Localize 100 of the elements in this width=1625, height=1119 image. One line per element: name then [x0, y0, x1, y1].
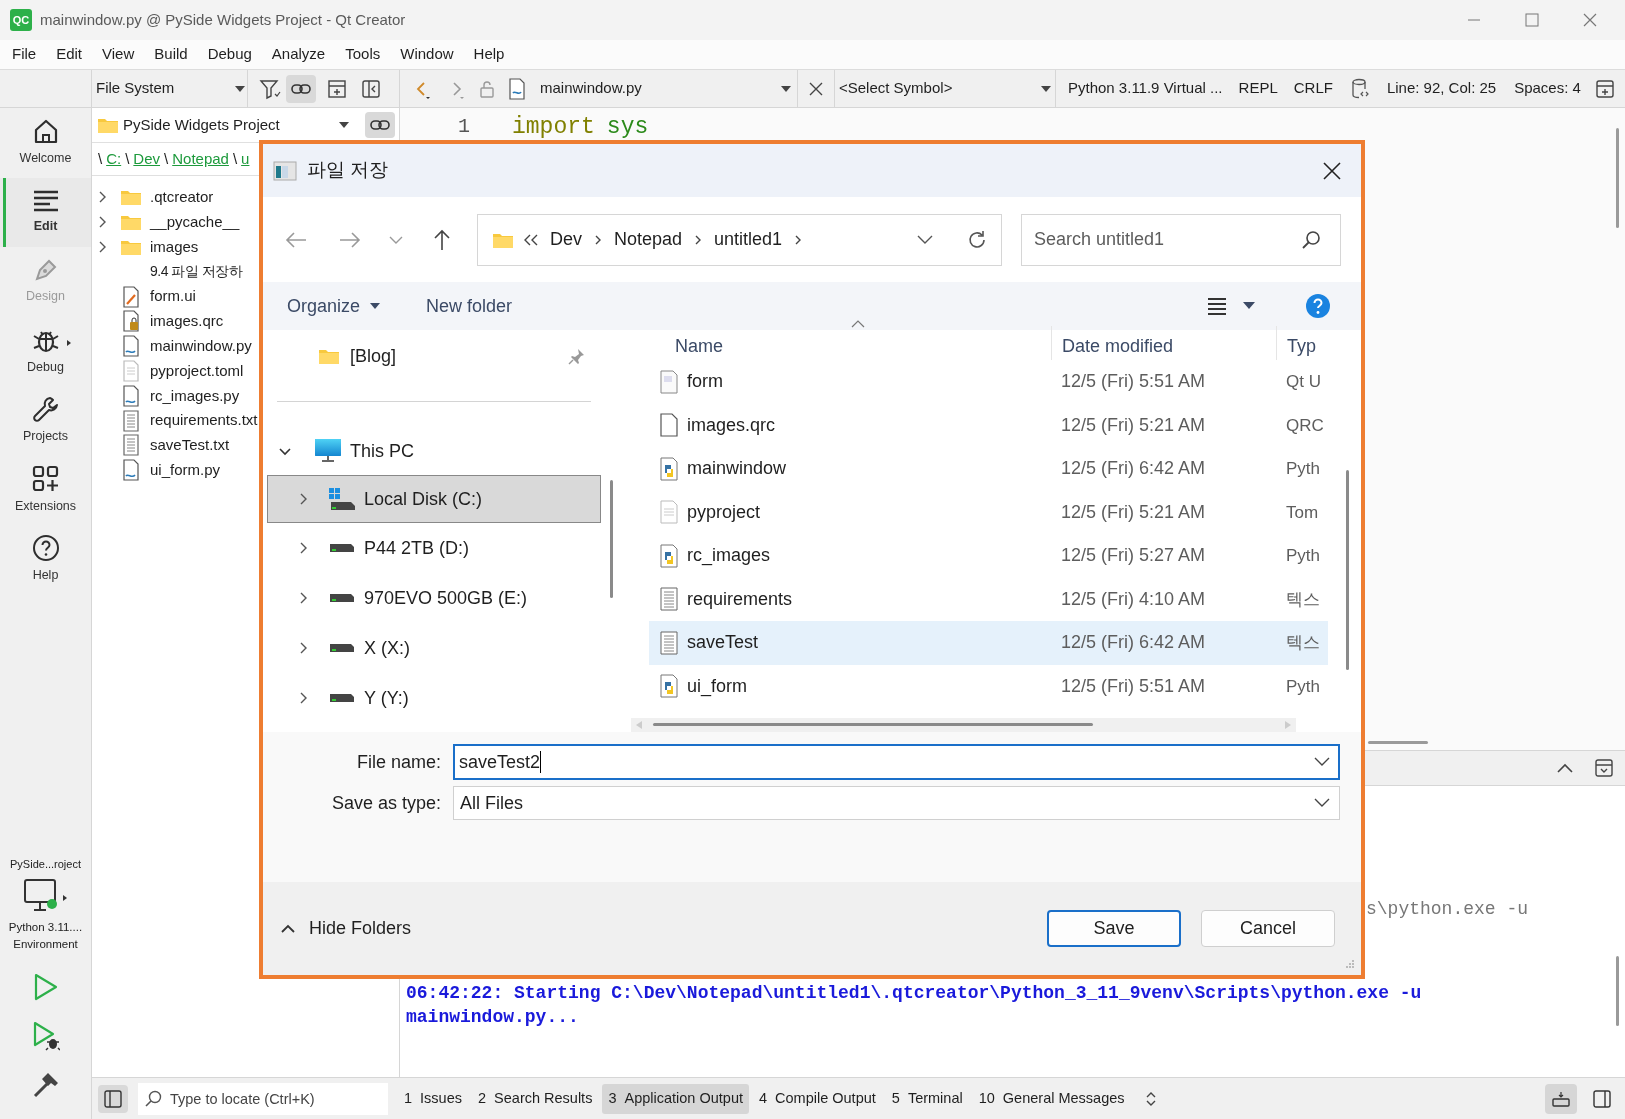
sidebar-toggle-button[interactable] [98, 1084, 128, 1113]
vertical-scrollbar[interactable] [1616, 956, 1619, 1026]
sidebar-close-icon[interactable] [360, 77, 382, 100]
tree-item[interactable]: rc_images.py [92, 383, 399, 409]
right-sidebar-icon[interactable] [1593, 1089, 1611, 1108]
link-button[interactable] [365, 112, 395, 138]
close-icon[interactable] [1323, 161, 1341, 180]
repl-button[interactable]: REPL [1238, 77, 1278, 100]
sort-up-icon[interactable] [851, 320, 865, 328]
up-down-icon[interactable] [1144, 1090, 1157, 1107]
nav-item[interactable]: X (X:) [267, 623, 601, 673]
file-row[interactable]: requirements 12/5 (Fri) 4:10 AM 텍스 [649, 577, 1328, 621]
mode-button[interactable]: Help [0, 525, 91, 595]
address-segment[interactable]: untitled1 [714, 226, 783, 253]
tree-item[interactable]: .qtcreator [92, 185, 399, 210]
horizontal-scrollbar[interactable] [1368, 741, 1428, 744]
line-endings-selector[interactable]: CRLF [1293, 77, 1333, 100]
tree-item[interactable]: images [92, 234, 399, 260]
chevron-down-icon[interactable] [917, 234, 933, 245]
nav-item[interactable]: 970EVO 500GB (E:) [267, 573, 601, 623]
menu-item[interactable]: File [2, 43, 47, 66]
mode-button[interactable]: Edit [0, 177, 91, 247]
menu-item[interactable]: View [92, 43, 145, 66]
close-file-icon[interactable] [808, 80, 824, 97]
mode-button[interactable]: Welcome [0, 108, 91, 178]
chevron-right-icon[interactable] [594, 233, 602, 246]
mode-button[interactable]: Debug [0, 316, 91, 386]
vertical-scrollbar[interactable] [610, 480, 613, 598]
output-tab[interactable]: 3 Application Output [602, 1083, 749, 1114]
back-icon[interactable] [285, 230, 307, 249]
interpreter-selector[interactable]: Python 3.11.9 Virtual ... [1068, 77, 1223, 100]
dialog-button[interactable]: Save [1047, 910, 1181, 947]
up-icon[interactable] [433, 228, 451, 251]
file-row[interactable]: images.qrc 12/5 (Fri) 5:21 AM QRC [649, 403, 1328, 447]
menu-item[interactable]: Build [144, 43, 198, 66]
split-icon[interactable] [326, 77, 348, 100]
output-tab[interactable]: 1 Issues [398, 1083, 468, 1114]
nav-item[interactable]: Local Disk (C:) [267, 475, 601, 523]
mode-button[interactable]: Projects [0, 386, 91, 456]
breadcrumb-link[interactable]: u [241, 147, 250, 171]
mode-button[interactable]: Extensions [0, 455, 91, 525]
menu-item[interactable]: Analyze [261, 43, 336, 66]
menu-item[interactable]: Help [463, 43, 515, 66]
help-icon[interactable] [1305, 293, 1331, 319]
menu-item[interactable]: Window [390, 43, 464, 66]
recent-dropdown-icon[interactable] [389, 234, 403, 245]
indentation-setting[interactable]: Spaces: 4 [1514, 77, 1581, 100]
column-header[interactable]: Name [627, 326, 1051, 360]
output-tab[interactable]: 4 Compile Output [753, 1083, 882, 1114]
file-row[interactable]: saveTest 12/5 (Fri) 6:42 AM 텍스 [649, 621, 1328, 665]
database-icon[interactable] [1350, 77, 1369, 100]
file-row[interactable]: mainwindow 12/5 (Fri) 6:42 AM Pyth [649, 447, 1328, 491]
address-bar[interactable]: Dev Notepad untitled1 [477, 213, 1002, 266]
cursor-position[interactable]: Line: 92, Col: 25 [1386, 77, 1497, 100]
chevron-right-icon[interactable] [694, 233, 703, 246]
debug-run-icon[interactable] [31, 1021, 60, 1051]
column-header[interactable]: Typ [1276, 326, 1328, 360]
new-folder-button[interactable]: New folder [426, 292, 513, 320]
search-field[interactable]: Search untitled1 [1021, 213, 1341, 266]
file-row[interactable]: pyproject 12/5 (Fri) 5:21 AM Tom [649, 490, 1328, 534]
vertical-scrollbar[interactable] [1346, 470, 1349, 670]
symbol-selector[interactable]: <Select Symbol> [834, 70, 1056, 107]
output-tab[interactable]: 10 General Messages [972, 1083, 1131, 1114]
file-type-dropdown[interactable]: All Files [453, 786, 1340, 820]
forward-icon[interactable] [339, 230, 361, 249]
column-header[interactable]: Date modified [1051, 326, 1276, 360]
list-view-icon[interactable] [1207, 297, 1227, 315]
nav-item[interactable]: [Blog] [267, 336, 601, 376]
output-toggle-button[interactable] [1545, 1083, 1577, 1114]
view-options-caret-icon[interactable] [1243, 302, 1255, 310]
breadcrumb-link[interactable]: Notepad [172, 147, 229, 171]
project-target-label[interactable]: PySide...roject [0, 856, 91, 873]
dialog-button[interactable]: Cancel [1201, 910, 1335, 947]
hide-folders-button[interactable]: Hide Folders [281, 915, 412, 942]
file-name-field[interactable]: saveTest2 [453, 744, 1340, 780]
file-row[interactable]: form 12/5 (Fri) 5:51 AM Qt U [649, 360, 1328, 404]
menu-item[interactable]: Debug [197, 43, 262, 66]
nav-item[interactable]: P44 2TB (D:) [267, 523, 601, 573]
chevron-right-icon[interactable] [794, 233, 803, 246]
file-row[interactable]: rc_images 12/5 (Fri) 5:27 AM Pyth [649, 534, 1328, 578]
output-tab[interactable]: 5 Terminal [885, 1083, 969, 1114]
menu-item[interactable]: Edit [46, 43, 93, 66]
project-selector[interactable]: PySide Widgets Project [97, 111, 354, 139]
address-segment[interactable]: Notepad [614, 226, 683, 253]
view-selector[interactable]: File System [94, 70, 248, 107]
organize-menu[interactable]: Organize [287, 292, 381, 320]
tree-item[interactable]: __pycache__ [92, 209, 399, 235]
breadcrumb-link[interactable]: Dev [133, 147, 161, 171]
file-row[interactable]: ui_form 12/5 (Fri) 5:51 AM Pyth [649, 664, 1328, 708]
overflow-chevrons-icon[interactable] [524, 233, 538, 246]
collapse-up-icon[interactable] [1557, 763, 1573, 773]
menu-item[interactable]: Tools [335, 43, 391, 66]
refresh-icon[interactable] [967, 229, 987, 250]
output-tab[interactable]: 2 Search Results [472, 1083, 599, 1114]
link-button[interactable] [286, 74, 316, 103]
file-selector[interactable]: mainwindow.py [508, 70, 798, 107]
panel-icon[interactable] [1595, 759, 1613, 777]
add-split-icon[interactable] [1595, 78, 1615, 99]
locator-field[interactable]: Type to locate (Ctrl+K) [138, 1082, 388, 1115]
horizontal-scrollbar[interactable] [631, 718, 1296, 732]
